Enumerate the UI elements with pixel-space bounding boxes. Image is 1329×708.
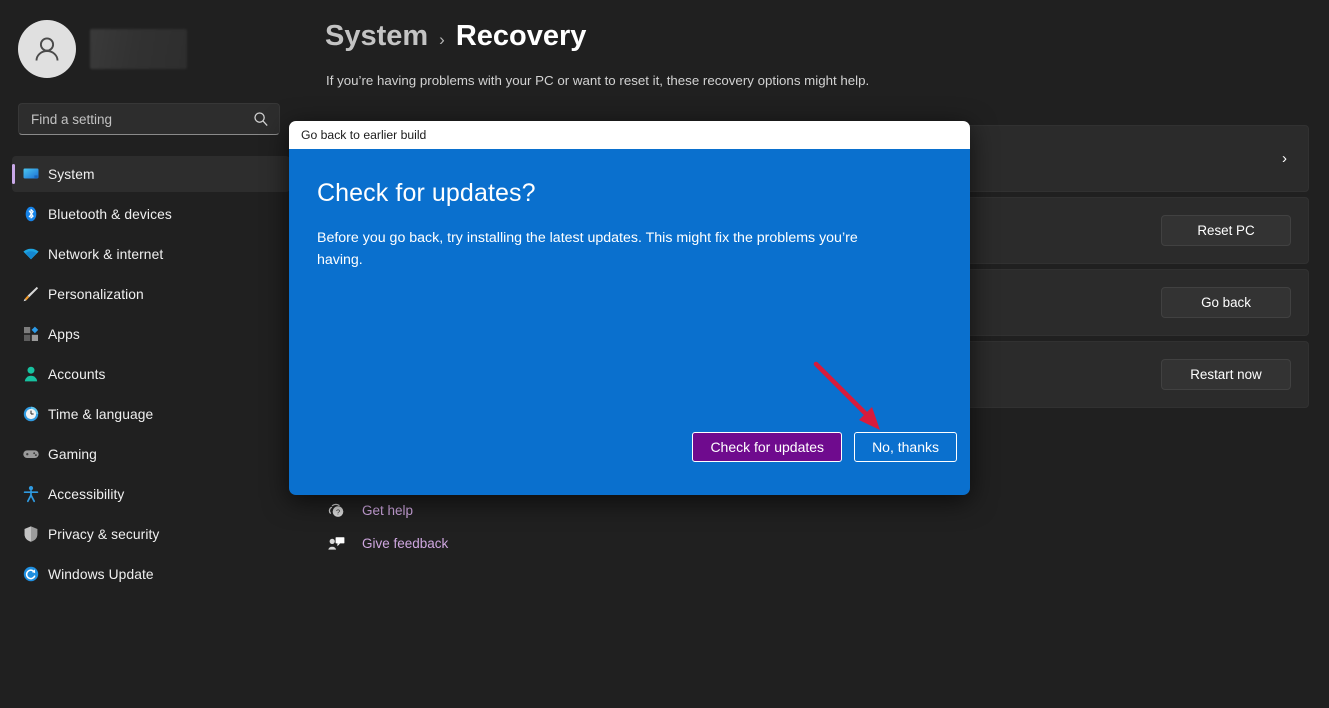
wifi-icon	[22, 245, 40, 263]
page-title: Recovery	[456, 20, 587, 53]
sidebar-item-windows-update[interactable]: Windows Update	[12, 556, 290, 592]
dialog-description: Before you go back, try installing the l…	[317, 228, 903, 271]
sidebar-item-label: Time & language	[48, 407, 153, 422]
sidebar-item-label: Apps	[48, 327, 80, 342]
dialog-button-row: Check for updates No, thanks	[692, 432, 957, 462]
avatar	[18, 20, 76, 78]
check-for-updates-button[interactable]: Check for updates	[692, 432, 842, 462]
paintbrush-icon	[22, 285, 40, 303]
breadcrumb: System › Recovery	[325, 20, 586, 53]
go-back-dialog: Go back to earlier build Check for updat…	[289, 121, 970, 495]
restart-now-button[interactable]: Restart now	[1161, 359, 1291, 390]
dialog-heading: Check for updates?	[317, 179, 942, 208]
search-box[interactable]	[18, 103, 280, 135]
no-thanks-button[interactable]: No, thanks	[854, 432, 957, 462]
bluetooth-icon	[22, 205, 40, 223]
monitor-icon	[22, 165, 40, 183]
sidebar-item-label: Bluetooth & devices	[48, 207, 172, 222]
gamepad-icon	[22, 445, 40, 463]
settings-window: System Bluetooth & devices	[0, 0, 1329, 708]
user-name-redacted	[90, 29, 187, 69]
sidebar-item-privacy-security[interactable]: Privacy & security	[12, 516, 290, 552]
sidebar-item-system[interactable]: System	[12, 156, 290, 192]
help-question-icon: ?	[326, 501, 346, 520]
dialog-body: Check for updates? Before you go back, t…	[289, 149, 970, 495]
breadcrumb-parent[interactable]: System	[325, 20, 428, 53]
apps-grid-icon	[22, 325, 40, 343]
sidebar-item-apps[interactable]: Apps	[12, 316, 290, 352]
feedback-person-icon	[326, 534, 346, 553]
person-avatar-icon	[30, 32, 64, 66]
svg-text:?: ?	[335, 508, 339, 517]
person-icon	[22, 365, 40, 383]
accessibility-icon	[22, 485, 40, 503]
sidebar-item-label: Accessibility	[48, 487, 124, 502]
sidebar-item-label: System	[48, 167, 95, 182]
page-description: If you’re having problems with your PC o…	[326, 73, 869, 88]
sidebar-item-gaming[interactable]: Gaming	[12, 436, 290, 472]
sidebar-item-label: Windows Update	[48, 567, 154, 582]
sidebar-item-label: Accounts	[48, 367, 106, 382]
search-input[interactable]	[31, 112, 253, 127]
chevron-right-icon: ›	[1282, 150, 1287, 167]
sidebar-item-time-language[interactable]: Time & language	[12, 396, 290, 432]
clock-icon	[22, 405, 40, 423]
get-help-label: Get help	[362, 503, 413, 518]
sidebar-item-label: Personalization	[48, 287, 144, 302]
sidebar-item-label: Privacy & security	[48, 527, 159, 542]
sidebar: System Bluetooth & devices	[0, 0, 290, 708]
dialog-titlebar: Go back to earlier build	[289, 121, 970, 149]
update-refresh-icon	[22, 565, 40, 583]
get-help-link[interactable]: ? Get help	[326, 494, 448, 527]
go-back-button[interactable]: Go back	[1161, 287, 1291, 318]
sidebar-item-label: Network & internet	[48, 247, 163, 262]
user-profile[interactable]	[18, 20, 187, 78]
search-icon	[253, 111, 269, 127]
reset-pc-button[interactable]: Reset PC	[1161, 215, 1291, 246]
shield-icon	[22, 525, 40, 543]
sidebar-item-label: Gaming	[48, 447, 97, 462]
sidebar-nav: System Bluetooth & devices	[12, 156, 290, 596]
sidebar-item-accessibility[interactable]: Accessibility	[12, 476, 290, 512]
dialog-title-text: Go back to earlier build	[301, 128, 426, 142]
footer-links: ? Get help Give feedback	[326, 494, 448, 560]
sidebar-item-accounts[interactable]: Accounts	[12, 356, 290, 392]
chevron-right-icon: ›	[439, 30, 445, 50]
sidebar-item-personalization[interactable]: Personalization	[12, 276, 290, 312]
give-feedback-link[interactable]: Give feedback	[326, 527, 448, 560]
sidebar-item-bluetooth-devices[interactable]: Bluetooth & devices	[12, 196, 290, 232]
give-feedback-label: Give feedback	[362, 536, 448, 551]
sidebar-item-network-internet[interactable]: Network & internet	[12, 236, 290, 272]
